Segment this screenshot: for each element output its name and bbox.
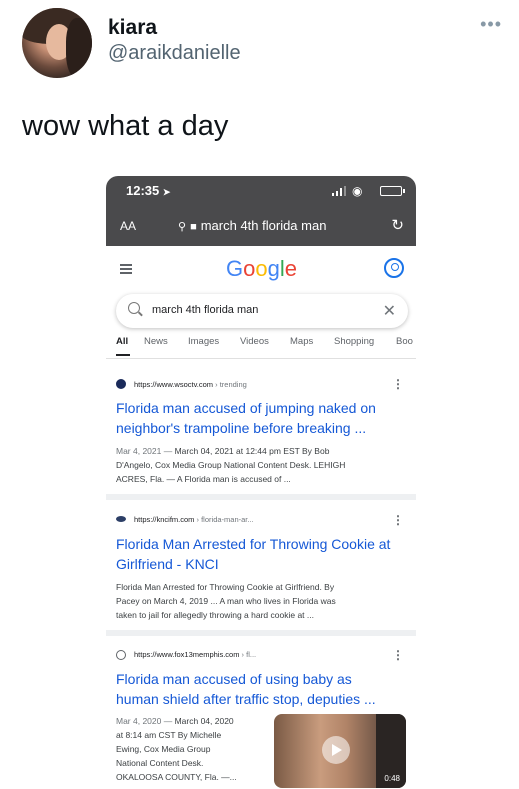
reload-icon[interactable]: ↻ — [391, 216, 404, 234]
result-cite[interactable]: https://kncifm.com › florida-man-ar... — [134, 515, 254, 524]
result-cite[interactable]: https://www.fox13memphis.com › fl... — [134, 650, 256, 659]
status-time: 12:35 ➤ — [126, 183, 170, 198]
result-title[interactable]: Florida man accused of jumping naked on … — [116, 398, 406, 438]
snippet-line: Pacey on March 4, 2019 ... A man who liv… — [116, 596, 336, 606]
search-small-icon: ⚲ — [178, 221, 187, 233]
snippet-text: March 04, 2021 at 12:44 pm EST By Bob — [172, 446, 330, 456]
tabs-divider — [106, 358, 416, 359]
cite-url: https://www.wsoctv.com — [134, 380, 214, 389]
tweet-header: kiara @araikdanielle ••• — [22, 8, 502, 80]
snippet-text: March 04, 2020 — [172, 716, 234, 726]
result-divider — [106, 630, 416, 636]
result-snippet: Mar 4, 2020 — March 04, 2020 at 8:14 am … — [116, 714, 271, 784]
url-text: march 4th florida man — [200, 218, 327, 233]
tab-videos[interactable]: Videos — [240, 336, 269, 347]
snippet-date: Mar 4, 2020 — — [116, 716, 173, 726]
status-time-text: 12:35 — [126, 183, 160, 198]
search-box[interactable]: march 4th florida man ✕ — [116, 294, 408, 328]
snippet-line: Florida Man Arrested for Throwing Cookie… — [116, 582, 335, 592]
google-logo-letter: o — [255, 256, 268, 281]
cite-path: › fl... — [239, 650, 257, 659]
cite-url: https://kncifm.com — [134, 515, 195, 524]
tab-active-indicator — [116, 354, 130, 356]
user-handle[interactable]: @araikdanielle — [108, 42, 241, 65]
result-title-line: human shield after traffic stop, deputie… — [116, 691, 376, 707]
address-bar: AA ⚲ ■ march 4th florida man ↻ — [106, 206, 416, 246]
snippet-line: OKALOOSA COUNTY, Fla. —... — [116, 772, 237, 782]
snippet-line: Ewing, Cox Media Group — [116, 744, 211, 754]
attached-screenshot[interactable]: 12:35 ➤ ◉ AA ⚲ ■ march 4th florida man ↻ G… — [106, 176, 416, 788]
tab-images[interactable]: Images — [188, 336, 219, 347]
tab-news[interactable]: News — [144, 336, 168, 347]
snippet-line: National Content Desk. — [116, 758, 204, 768]
signal-icon — [332, 186, 346, 196]
tab-maps[interactable]: Maps — [290, 336, 313, 347]
more-vertical-icon[interactable]: ⋮ — [392, 377, 404, 391]
avatar-hair-side — [66, 18, 92, 78]
result-cite[interactable]: https://www.wsoctv.com › trending — [134, 380, 247, 389]
result-title-line: Florida man accused of jumping naked on — [116, 400, 376, 416]
site-favicon-icon — [116, 516, 126, 522]
display-name[interactable]: kiara — [108, 16, 157, 40]
video-duration: 0:48 — [384, 774, 400, 783]
snippet-line: at 8:14 am CST By Michelle — [116, 730, 222, 740]
url-field[interactable]: ⚲ ■ march 4th florida man — [178, 218, 378, 236]
result-title-line: Girlfriend - KNCI — [116, 556, 219, 572]
more-vertical-icon[interactable]: ⋮ — [392, 648, 404, 662]
video-thumbnail[interactable]: 0:48 — [274, 714, 406, 788]
status-bar: 12:35 ➤ ◉ — [106, 176, 416, 206]
snippet-line: taken to jail for allegedly throwing a h… — [116, 610, 314, 620]
snippet-line: D'Angelo, Cox Media Group National Conte… — [116, 460, 346, 470]
search-icon — [128, 302, 140, 314]
battery-icon — [380, 186, 405, 196]
tab-shopping[interactable]: Shopping — [334, 336, 374, 347]
google-logo-letter: G — [226, 256, 244, 281]
google-logo-letter: g — [267, 256, 280, 281]
snippet-line: Mar 4, 2021 — March 04, 2021 at 12:44 pm… — [116, 444, 406, 458]
close-icon[interactable]: ✕ — [383, 301, 396, 321]
menu-icon[interactable] — [120, 264, 132, 274]
cite-path: › trending — [213, 380, 247, 389]
google-header: Google — [106, 246, 416, 292]
wifi-icon: ◉ — [352, 184, 363, 198]
play-icon[interactable] — [322, 736, 350, 764]
search-input[interactable]: march 4th florida man — [152, 304, 258, 316]
search-tabs: All News Images Videos Maps Shopping Boo — [106, 336, 416, 358]
more-vertical-icon[interactable]: ⋮ — [392, 513, 404, 527]
tab-all[interactable]: All — [116, 336, 128, 347]
avatar[interactable] — [22, 8, 92, 78]
result-snippet: Florida Man Arrested for Throwing Cookie… — [116, 580, 406, 622]
google-logo-letter: o — [243, 256, 256, 281]
location-arrow-icon: ➤ — [162, 187, 171, 197]
result-title-line: Florida Man Arrested for Throwing Cookie… — [116, 536, 391, 552]
cite-path: › florida-man-ar... — [194, 515, 254, 524]
cite-url: https://www.fox13memphis.com — [134, 650, 240, 659]
result-title-line: Florida man accused of using baby as — [116, 671, 352, 687]
snippet-date: Mar 4, 2021 — — [116, 446, 173, 456]
result-title[interactable]: Florida man accused of using baby as hum… — [116, 669, 406, 709]
lock-icon: ■ — [190, 221, 197, 233]
site-favicon-icon — [116, 379, 126, 389]
google-logo-letter: e — [284, 256, 298, 281]
tweet-text: wow what a day — [22, 110, 229, 142]
globe-icon — [116, 650, 126, 660]
reader-aa-button[interactable]: AA — [120, 219, 136, 233]
result-title-line: neighbor's trampoline before breaking ..… — [116, 420, 367, 436]
snippet-line: ACRES, Fla. — A Florida man is accused o… — [116, 474, 291, 484]
tab-books[interactable]: Boo — [396, 336, 413, 347]
result-title[interactable]: Florida Man Arrested for Throwing Cookie… — [116, 534, 406, 574]
google-logo[interactable]: Google — [226, 256, 297, 282]
more-horizontal-icon[interactable]: ••• — [480, 14, 502, 35]
status-icons: ◉ — [332, 184, 405, 198]
snippet-line: Mar 4, 2020 — March 04, 2020 — [116, 714, 271, 728]
result-snippet: Mar 4, 2021 — March 04, 2021 at 12:44 pm… — [116, 444, 406, 486]
result-divider — [106, 494, 416, 500]
account-icon[interactable] — [384, 258, 404, 278]
